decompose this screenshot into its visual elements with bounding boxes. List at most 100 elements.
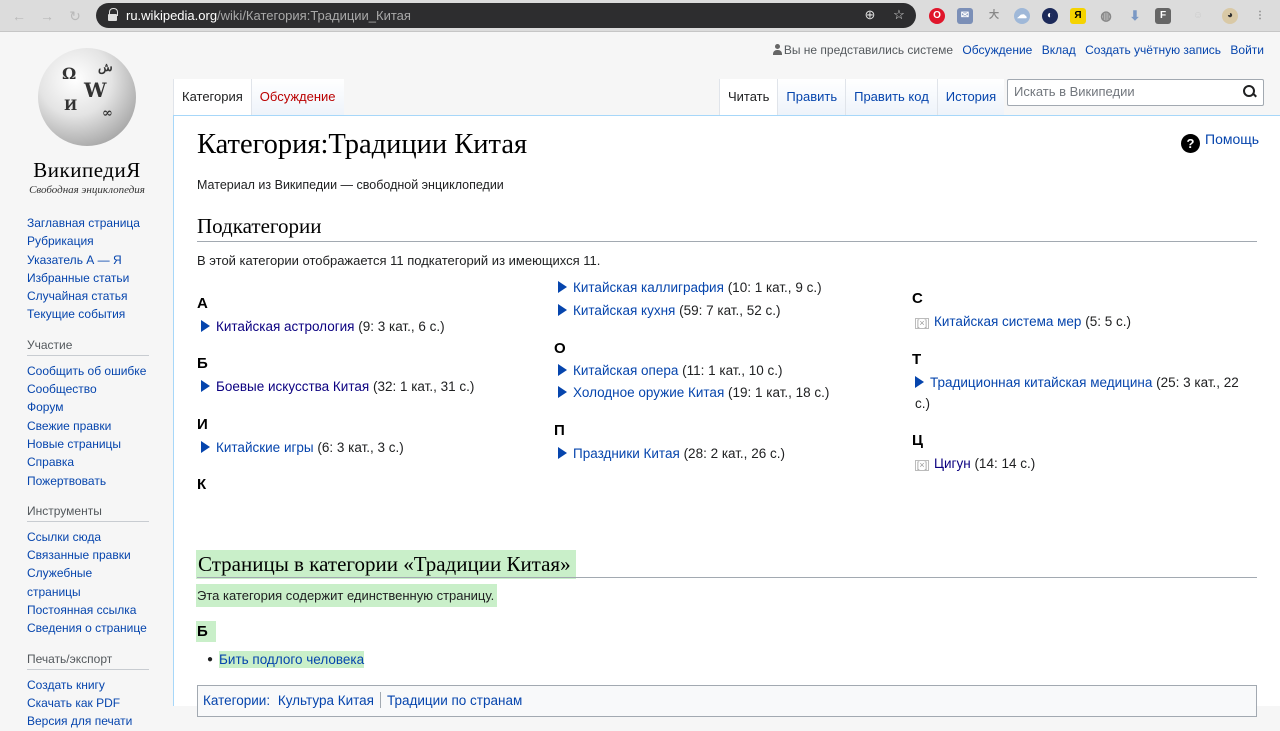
wikipedia-logo[interactable]: Ω W И ش ∞ ВикипедиЯ Свободная энциклопед… — [22, 46, 152, 196]
namespace-tabs: Категория Обсуждение — [173, 79, 344, 115]
subcategory-info: (11: 1 кат., 10 с.) — [682, 363, 783, 378]
expand-triangle-icon[interactable] — [201, 441, 210, 453]
yandex-icon[interactable]: Я — [1070, 8, 1086, 24]
sidebar-item-related-changes[interactable]: Связанные правки — [27, 546, 149, 564]
subcategory-entry: Традиционная китайская медицина (25: 3 к… — [915, 375, 1239, 390]
subcategory-link[interactable]: Цигун — [934, 456, 971, 471]
sidebar-item-permanent-link[interactable]: Постоянная ссылка — [27, 601, 149, 619]
subcategory-link[interactable]: Холодное оружие Китая — [573, 385, 724, 400]
sidebar-item-printable[interactable]: Версия для печати — [27, 712, 149, 730]
sidebar-item-donate[interactable]: Пожертвовать — [27, 472, 149, 490]
sidebar-item-create-book[interactable]: Создать книгу — [27, 676, 149, 694]
subcategory-entry: Китайская каллиграфия (10: 1 кат., 9 с.) — [558, 280, 822, 295]
mail-icon[interactable]: ✉ — [957, 8, 973, 24]
tab-read[interactable]: Читать — [719, 79, 778, 115]
url-text[interactable]: ru.wikipedia.org/wiki/Категория:Традиции… — [126, 8, 411, 23]
page-list-item: ● Бить подлого человека — [207, 651, 365, 668]
half-circle-icon[interactable]: ◐ — [1042, 8, 1058, 24]
login-link[interactable]: Войти — [1230, 43, 1264, 57]
personal-contributions-link[interactable]: Вклад — [1042, 43, 1076, 57]
reload-icon[interactable]: ↻ — [66, 7, 84, 25]
tab-history[interactable]: История — [936, 79, 1005, 115]
site-subtitle: Материал из Википедии — свободной энцикл… — [197, 178, 504, 192]
sidebar-item-special-pages[interactable]: Служебные страницы — [27, 564, 149, 601]
expand-triangle-icon[interactable] — [201, 380, 210, 392]
page-title: Категория:Традиции Китая — [197, 129, 528, 160]
sidebar-item-page-info[interactable]: Сведения о странице — [27, 619, 149, 637]
ghost-icon[interactable]: ☺ — [1190, 8, 1206, 24]
sidebar-item-what-links-here[interactable]: Ссылки сюда — [27, 528, 149, 546]
subcategory-link[interactable]: Китайские игры — [216, 440, 314, 455]
subcategory-link[interactable]: Китайская астрология — [216, 319, 354, 334]
cloud-icon[interactable]: ☁ — [1014, 8, 1030, 24]
subcategory-info: (32: 1 кат., 31 с.) — [372, 379, 475, 394]
sidebar-item-main-page[interactable]: Заглавная страница — [27, 214, 149, 232]
letter-i: И — [197, 416, 208, 433]
menu-icon[interactable]: ⋮ — [1252, 8, 1268, 24]
page-link[interactable]: Бить подлого человека — [219, 651, 365, 668]
sidebar-item-current-events[interactable]: Текущие события — [27, 305, 149, 323]
sidebar-item-random[interactable]: Случайная статья — [27, 287, 149, 305]
subcategory-info-wrap: с.) — [915, 396, 930, 411]
sidebar-heading-print[interactable]: Печать/экспорт — [27, 652, 149, 670]
sidebar-item-recent-changes[interactable]: Свежие правки — [27, 417, 149, 435]
tab-discussion[interactable]: Обсуждение — [250, 79, 344, 115]
search-icon[interactable] — [1243, 85, 1257, 99]
sidebar-item-report-error[interactable]: Сообщить об ошибке — [27, 362, 149, 380]
subcategory-info: (14: 14 с.) — [974, 456, 1036, 471]
tab-edit-source[interactable]: Править код — [845, 79, 937, 115]
tab-category[interactable]: Категория — [173, 79, 251, 115]
personal-talk-link[interactable]: Обсуждение — [962, 43, 1032, 57]
expand-triangle-icon[interactable] — [558, 364, 567, 376]
sidebar-heading-tools[interactable]: Инструменты — [27, 504, 149, 522]
expand-triangle-icon[interactable] — [558, 304, 567, 316]
sidebar-item-download-pdf[interactable]: Скачать как PDF — [27, 694, 149, 712]
url-host: ru.wikipedia.org — [126, 8, 218, 23]
subcategory-entry: [×] Цигун (14: 14 с.) — [915, 456, 1035, 471]
sidebar-item-featured[interactable]: Избранные статьи — [27, 269, 149, 287]
expand-triangle-icon[interactable] — [915, 376, 924, 388]
sidebar-item-forum[interactable]: Форум — [27, 398, 149, 416]
avatar-icon[interactable]: ◕ — [1222, 8, 1238, 24]
forward-arrow-icon[interactable]: → — [38, 7, 56, 25]
subcategory-link[interactable]: Традиционная китайская медицина — [930, 375, 1152, 390]
sidebar-item-index[interactable]: Указатель А — Я — [27, 251, 149, 269]
sidebar-item-community[interactable]: Сообщество — [27, 380, 149, 398]
download-icon[interactable]: ⬇ — [1127, 8, 1143, 24]
expand-triangle-icon[interactable] — [201, 320, 210, 332]
help-link[interactable]: ? Помощь — [1181, 131, 1259, 153]
logo-tagline: Свободная энциклопедия — [29, 184, 145, 196]
flipboard-icon[interactable]: F — [1155, 8, 1171, 24]
expand-triangle-icon[interactable] — [558, 281, 567, 293]
dictionary-icon[interactable]: 大 — [986, 8, 1002, 24]
subcategory-link[interactable]: Праздники Китая — [573, 446, 680, 461]
search-input[interactable] — [1014, 84, 1234, 99]
pages-letter: Б — [196, 621, 216, 642]
back-arrow-icon[interactable]: ← — [10, 7, 28, 25]
opera-icon[interactable]: O — [929, 8, 945, 24]
sidebar-item-new-pages[interactable]: Новые страницы — [27, 435, 149, 453]
star-icon[interactable]: ☆ — [891, 7, 907, 23]
expand-triangle-icon[interactable] — [558, 386, 567, 398]
subcategory-entry: Холодное оружие Китая (19: 1 кат., 18 с.… — [558, 385, 829, 400]
category-links-box: Категории: Культура Китая Традиции по стр… — [197, 685, 1257, 717]
subcategory-link[interactable]: Китайская кухня — [573, 303, 675, 318]
subcategory-link[interactable]: Китайская каллиграфия — [573, 280, 724, 295]
subcategory-link[interactable]: Китайская опера — [573, 363, 678, 378]
sidebar-item-help[interactable]: Справка — [27, 453, 149, 471]
expand-triangle-icon[interactable] — [558, 447, 567, 459]
help-icon: ? — [1181, 134, 1200, 153]
tab-edit[interactable]: Править — [777, 79, 846, 115]
sidebar: Заглавная страница Рубрикация Указатель … — [27, 214, 149, 731]
heading-divider — [197, 577, 1257, 578]
zoom-icon[interactable]: ⊕ — [862, 7, 878, 23]
sidebar-heading-participation[interactable]: Участие — [27, 338, 149, 356]
create-account-link[interactable]: Создать учётную запись — [1085, 43, 1221, 57]
subcategory-entry: Китайская опера (11: 1 кат., 10 с.) — [558, 363, 783, 378]
address-bar[interactable]: ru.wikipedia.org/wiki/Категория:Традиции… — [96, 3, 916, 28]
subcategory-link[interactable]: Китайская система мер — [934, 314, 1081, 329]
subcategory-info: (6: 3 кат., 3 с.) — [317, 440, 404, 455]
subcategory-link[interactable]: Боевые искусства Китая — [216, 379, 369, 394]
globe-icon[interactable]: ◍ — [1098, 8, 1114, 24]
sidebar-item-categories[interactable]: Рубрикация — [27, 232, 149, 250]
